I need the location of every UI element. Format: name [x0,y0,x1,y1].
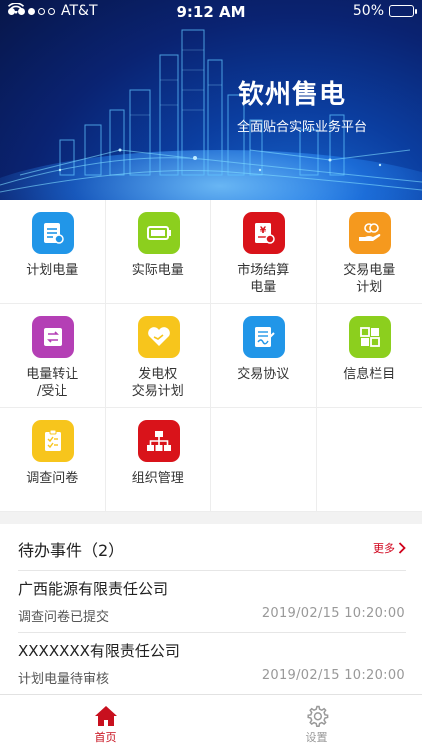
chevron-right-icon [398,542,406,554]
todo-datetime: 2019/02/15 10:20:00 [261,606,405,621]
app-screen: AT&T 9:12 AM 50% 钦州售电 全面贴合实际业务平台 计划电量 实际… [0,0,422,750]
grid-empty-cell [316,408,422,512]
gear-icon [307,705,329,727]
tab-home[interactable]: 首页 [0,695,211,750]
tab-bar: 首页 设置 [0,694,422,750]
plan-document-icon [32,212,74,254]
grid-item-label: 交易电量 计划 [343,263,396,295]
grid-item-label: 调查问卷 [26,471,79,486]
coin-hand-icon [348,212,391,254]
banner-title: 钦州售电 [238,80,347,110]
todo-company: XXXXXXX有限责任公司 [18,642,180,660]
battery-icon [137,212,180,254]
grid-item-trade-agreement[interactable]: 交易协议 [211,304,317,408]
settlement-invoice-icon: ¥ [243,212,285,254]
battery-percent: 50% [352,3,384,19]
status-right: 50% [352,3,417,19]
info-grid-icon [348,316,391,358]
tab-home-label: 首页 [94,731,117,744]
grid-item-label: 组织管理 [131,471,184,486]
grid-item-plan-electricity[interactable]: 计划电量 [0,200,106,304]
grid-item-actual-electricity[interactable]: 实际电量 [105,200,211,304]
todo-company: 广西能源有限责任公司 [18,580,169,598]
grid-item-label: 计划电量 [26,263,79,278]
city-skyline-illustration [0,29,422,193]
transfer-arrows-icon [32,316,74,358]
function-grid: 计划电量 实际电量 ¥ 市场结算 电量 交易电量 计划 电量转让 /受让 发电权… [0,200,422,512]
grid-item-label: 发电权 交易计划 [131,367,184,399]
todo-status: 调查问卷已提交 [18,610,110,625]
more-label: 更多 [373,542,395,555]
banner: AT&T 9:12 AM 50% 钦州售电 全面贴合实际业务平台 [0,0,422,200]
grid-empty-cell [211,408,317,512]
banner-subtitle: 全面贴合实际业务平台 [237,120,368,135]
grid-item-market-settlement[interactable]: ¥ 市场结算 电量 [211,200,317,304]
status-bar: AT&T 9:12 AM 50% [0,0,422,24]
handshake-heart-icon [137,316,180,358]
survey-clipboard-icon [32,420,74,462]
todo-item[interactable]: XXXXXXX有限责任公司 计划电量待审核 2019/02/15 10:20:0… [0,632,422,694]
todo-datetime: 2019/02/15 10:20:00 [261,668,405,683]
grid-item-trade-plan[interactable]: 交易电量 计划 [316,200,422,304]
grid-item-label: 市场结算 电量 [237,263,290,295]
grid-item-info-column[interactable]: 信息栏目 [316,304,422,408]
tab-settings[interactable]: 设置 [211,695,422,750]
grid-item-org-management[interactable]: 组织管理 [105,408,211,512]
tab-settings-label: 设置 [305,731,328,744]
todo-item[interactable]: 广西能源有限责任公司 调查问卷已提交 2019/02/15 10:20:00 [0,570,422,632]
todo-title: 待办事件（2） [18,541,125,560]
agreement-sign-icon [243,316,285,358]
svg-text:¥: ¥ [260,226,267,236]
home-icon [95,706,117,726]
battery-status-icon [389,5,417,17]
grid-item-transfer[interactable]: 电量转让 /受让 [0,304,106,408]
section-divider [0,512,422,524]
org-chart-icon [137,420,180,462]
grid-item-label: 电量转让 /受让 [26,367,79,399]
todo-header: 待办事件（2） 更多 [0,524,422,570]
grid-item-label: 实际电量 [131,263,184,278]
grid-item-label: 交易协议 [237,367,290,382]
grid-item-label: 信息栏目 [343,367,396,382]
grid-item-survey[interactable]: 调查问卷 [0,408,106,512]
grid-item-generation-rights[interactable]: 发电权 交易计划 [105,304,211,408]
todo-status: 计划电量待审核 [18,672,110,687]
more-link[interactable]: 更多 [373,540,406,556]
